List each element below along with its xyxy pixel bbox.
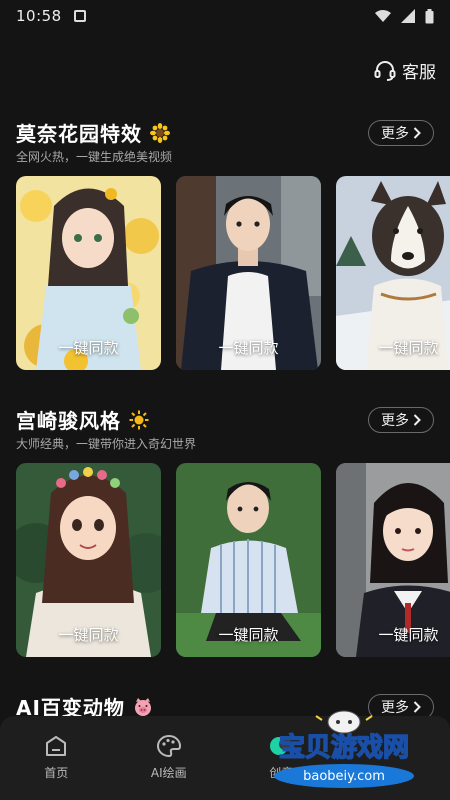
more-button[interactable]: 更多 (368, 407, 434, 433)
tab-label: 首页 (44, 766, 69, 780)
headset-icon (374, 60, 396, 81)
section-title: 莫奈花园特效 (16, 118, 170, 147)
section-subtitle: 大师经典，一键带你进入奇幻世界 (16, 437, 197, 451)
template-card-ghibli-girl[interactable]: 一键同款 (16, 463, 161, 657)
section-title-text: 宫崎骏风格 (16, 409, 121, 433)
section-subtitle: 全网火热，一键生成绝美视频 (16, 150, 173, 164)
chevron-right-icon (413, 414, 421, 426)
pig-face-icon (134, 697, 151, 716)
tab-label: AI绘画 (150, 766, 187, 780)
chevron-right-icon (413, 127, 421, 139)
sun-icon (129, 410, 149, 429)
use-template-label: 一键同款 (378, 626, 439, 644)
use-template-label: 一键同款 (218, 339, 279, 357)
tab-ai-painting[interactable]: AI绘画 (113, 716, 226, 800)
section-miyazaki-style: 宫崎骏风格 大师经典，一键带你进入奇幻世界 更多 一键同款 一键同款 一键同款 (16, 405, 450, 657)
section-title: 宫崎骏风格 (16, 405, 149, 434)
home-icon (46, 736, 67, 756)
signal-icon (401, 9, 415, 23)
clock: 10:58 (16, 7, 62, 25)
tab-home[interactable]: 首页 (0, 716, 113, 800)
watermark-url: baobeiy.com (303, 769, 385, 784)
watermark-logo: baobeiy.com 宝贝游戏网 (274, 710, 414, 788)
section-monet-garden: 莫奈花园特效 全网火热，一键生成绝美视频 更多 一键同款 一键同款 一键同款 (16, 118, 450, 370)
sunflower-icon (150, 122, 170, 143)
status-bar: 10:58 (0, 0, 450, 32)
battery-icon (425, 8, 434, 23)
card-row: 一键同款 一键同款 一键同款 (16, 176, 450, 370)
template-card-uniform-girl[interactable]: 一键同款 (336, 463, 450, 657)
template-card-striped-boy[interactable]: 一键同款 (176, 463, 321, 657)
status-icons (375, 8, 434, 24)
customer-service-label: 客服 (402, 63, 436, 83)
section-header: 宫崎骏风格 大师经典，一键带你进入奇幻世界 更多 (16, 405, 450, 463)
wifi-icon (375, 10, 391, 22)
template-card-husky[interactable]: 一键同款 (336, 176, 450, 370)
watermark-title: 宝贝游戏网 (279, 732, 409, 763)
notification-icon (73, 10, 86, 22)
section-title-text: 莫奈花园特效 (16, 122, 142, 146)
more-label: 更多 (381, 413, 409, 429)
section-header: 莫奈花园特效 全网火热，一键生成绝美视频 更多 (16, 118, 450, 176)
card-row: 一键同款 一键同款 一键同款 (16, 463, 450, 657)
use-template-label: 一键同款 (218, 626, 279, 644)
palette-icon (156, 734, 181, 758)
more-label: 更多 (381, 126, 409, 142)
more-button[interactable]: 更多 (368, 120, 434, 146)
use-template-label: 一键同款 (378, 339, 439, 357)
template-card-young-man[interactable]: 一键同款 (176, 176, 321, 370)
use-template-label: 一键同款 (58, 339, 119, 357)
use-template-label: 一键同款 (58, 626, 119, 644)
customer-service-button[interactable]: 客服 (374, 58, 436, 83)
template-card-anime-girl[interactable]: 一键同款 (16, 176, 161, 370)
